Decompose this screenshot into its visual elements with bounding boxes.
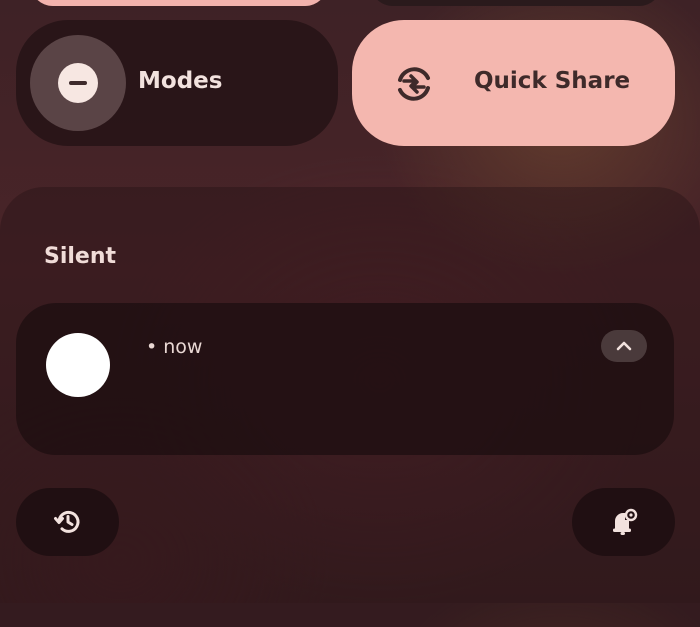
chevron-up-icon bbox=[616, 341, 632, 351]
notification-avatar bbox=[46, 333, 110, 397]
quick-share-tile[interactable]: Quick Share bbox=[352, 20, 675, 146]
notification-settings-button[interactable] bbox=[572, 488, 675, 556]
quick-share-label: Quick Share bbox=[474, 68, 631, 94]
notification-card[interactable]: • now bbox=[16, 303, 674, 455]
quick-settings-tile-partial-dark[interactable] bbox=[370, 0, 662, 6]
quick-share-icon bbox=[398, 67, 430, 101]
notification-time: • now bbox=[146, 336, 203, 358]
quick-settings-tile-partial[interactable] bbox=[30, 0, 328, 6]
minus-circle-icon bbox=[58, 63, 98, 103]
notification-history-button[interactable] bbox=[16, 488, 119, 556]
expand-button[interactable] bbox=[601, 330, 647, 362]
silent-section-title: Silent bbox=[44, 244, 117, 269]
modes-tile[interactable]: Modes bbox=[16, 20, 338, 146]
modes-label: Modes bbox=[138, 68, 223, 94]
modes-icon-button[interactable] bbox=[30, 35, 126, 131]
history-icon bbox=[53, 510, 79, 533]
notification-settings-icon bbox=[612, 508, 637, 535]
